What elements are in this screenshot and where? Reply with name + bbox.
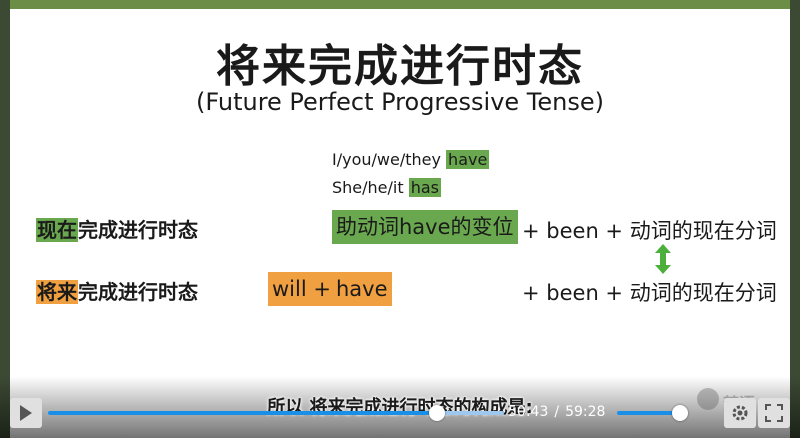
row1-aux-box: 助动词have的变位 bbox=[332, 210, 518, 244]
slide-title-chinese: 将来完成进行时态 bbox=[216, 41, 584, 92]
progress-bar-fill bbox=[48, 411, 437, 415]
video-frame: 将来完成进行时态 (Future Perfect Progressive Ten… bbox=[0, 0, 800, 438]
pronouns-plural: I/you/we/they bbox=[332, 150, 441, 169]
gear-icon bbox=[732, 405, 748, 421]
progress-bar-handle[interactable] bbox=[428, 405, 445, 421]
slide-top-bar bbox=[10, 0, 790, 9]
row2-label-rest: 完成进行时态 bbox=[78, 280, 198, 304]
fullscreen-icon bbox=[765, 404, 783, 422]
time-separator: / bbox=[554, 404, 560, 420]
current-time: 50:43 bbox=[508, 404, 549, 420]
row1-label-rest: 完成进行时态 bbox=[78, 218, 198, 242]
fullscreen-button[interactable] bbox=[758, 398, 790, 428]
total-time: 59:28 bbox=[565, 404, 606, 420]
pronouns-plural-verb: have bbox=[446, 150, 490, 169]
slide: 将来完成进行时态 (Future Perfect Progressive Ten… bbox=[10, 0, 790, 438]
row2-have-box: have bbox=[332, 272, 392, 306]
row2-label: 将来完成进行时态 bbox=[36, 276, 198, 305]
volume-slider[interactable] bbox=[617, 405, 688, 421]
row2-label-highlight: 将来 bbox=[36, 280, 78, 304]
row1-label-highlight: 现在 bbox=[36, 218, 78, 242]
double-arrow-vertical-icon bbox=[655, 244, 671, 274]
volume-slider-handle[interactable] bbox=[672, 405, 688, 421]
row1-label: 现在完成进行时态 bbox=[36, 214, 198, 243]
time-display: 50:43 / 59:28 bbox=[508, 404, 605, 420]
settings-button[interactable] bbox=[724, 398, 756, 428]
volume-slider-fill bbox=[617, 411, 680, 415]
pronouns-singular-line: She/he/it has bbox=[332, 178, 441, 197]
row2-formula: + been + 动词的现在分词 bbox=[522, 281, 777, 305]
play-icon bbox=[20, 405, 32, 421]
pronouns-singular-verb: has bbox=[408, 178, 441, 197]
slide-title-english: (Future Perfect Progressive Tense) bbox=[196, 88, 604, 116]
row2-will-box: will + bbox=[268, 272, 335, 306]
play-button[interactable] bbox=[10, 398, 42, 428]
pronouns-plural-line: I/you/we/they have bbox=[332, 150, 490, 169]
pronouns-singular: She/he/it bbox=[332, 178, 404, 197]
row1-formula: + been + 动词的现在分词 bbox=[522, 219, 777, 243]
watermark-logo-icon bbox=[697, 388, 719, 410]
progress-bar[interactable] bbox=[48, 405, 504, 421]
